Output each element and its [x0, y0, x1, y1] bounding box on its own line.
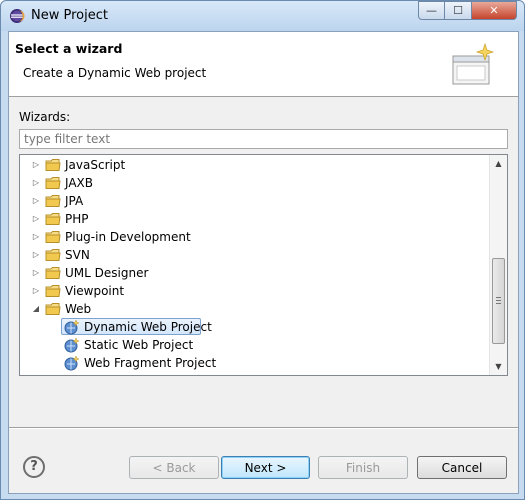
vertical-scrollbar[interactable]: ▲ ▼	[489, 155, 507, 375]
folder-icon	[45, 212, 61, 226]
tree-folder-row[interactable]: ▷ SVN	[20, 246, 490, 264]
wizards-label: Wizards:	[19, 110, 71, 124]
eclipse-icon	[10, 9, 25, 23]
tree-item-label: Viewpoint	[65, 284, 125, 298]
folder-icon	[45, 158, 61, 172]
web-project-icon	[64, 337, 80, 353]
expanded-arrow-icon[interactable]: ◢	[30, 300, 42, 318]
close-button[interactable]: ✕	[472, 1, 517, 20]
tree-item-label: UML Designer	[65, 266, 149, 280]
tree-folder-row[interactable]: ▷ PHP	[20, 210, 490, 228]
folder-icon	[45, 302, 61, 316]
tree-wizard-row[interactable]: Dynamic Web Project	[20, 318, 490, 336]
tree-wizard-row[interactable]: Static Web Project	[20, 336, 490, 354]
wizard-tree[interactable]: ▷ JavaScript ▷ JAXB ▷ JPA ▷ PHP ▷ Plug-in Develop…	[19, 154, 508, 376]
folder-icon	[45, 266, 61, 280]
banner-title: Select a wizard	[15, 41, 123, 56]
tree-item-label: JavaScript	[65, 158, 126, 172]
scroll-up-icon[interactable]: ▲	[490, 155, 507, 172]
title-bar[interactable]: New Project — ☐ ✕	[1, 1, 524, 31]
tree-folder-row[interactable]: ▷ Viewpoint	[20, 282, 490, 300]
collapsed-arrow-icon[interactable]: ▷	[30, 228, 42, 246]
minimize-button[interactable]: —	[418, 1, 445, 20]
cancel-button[interactable]: Cancel	[417, 456, 507, 479]
finish-button[interactable]: Finish	[318, 456, 408, 479]
tree-folder-row[interactable]: ▷ JAXB	[20, 174, 490, 192]
folder-icon	[45, 176, 61, 190]
tree-wizard-row[interactable]: Web Fragment Project	[20, 354, 490, 372]
dialog-client-area: Select a wizard Create a Dynamic Web pro…	[8, 31, 519, 494]
tree-item-label: Dynamic Web Project	[84, 320, 212, 334]
collapsed-arrow-icon[interactable]: ▷	[30, 246, 42, 264]
maximize-button[interactable]: ☐	[445, 1, 472, 20]
collapsed-arrow-icon[interactable]: ▷	[30, 264, 42, 282]
filter-input[interactable]	[19, 129, 508, 149]
tree-item-label: JAXB	[65, 176, 93, 190]
folder-icon	[45, 230, 61, 244]
collapsed-arrow-icon[interactable]: ▷	[30, 282, 42, 300]
tree-item-label: Plug-in Development	[65, 230, 191, 244]
wizard-banner: Select a wizard Create a Dynamic Web pro…	[9, 32, 518, 97]
tree-folder-row[interactable]: ▷ JavaScript	[20, 156, 490, 174]
banner-subtitle: Create a Dynamic Web project	[23, 66, 207, 80]
tree-item-label: Web Fragment Project	[84, 356, 217, 370]
tree-item-label: PHP	[65, 212, 89, 226]
new-project-window: New Project — ☐ ✕ Select a wizard Create…	[0, 0, 525, 500]
tree-folder-row[interactable]: ▷ UML Designer	[20, 264, 490, 282]
collapsed-arrow-icon[interactable]: ▷	[30, 156, 42, 174]
collapsed-arrow-icon[interactable]: ▷	[30, 174, 42, 192]
folder-icon	[45, 248, 61, 262]
help-icon[interactable]: ?	[23, 456, 45, 478]
tree-folder-row[interactable]: ◢ Web	[20, 300, 490, 318]
folder-icon	[45, 284, 61, 298]
tree-item-label: SVN	[65, 248, 90, 262]
tree-folder-row[interactable]: ▷ Plug-in Development	[20, 228, 490, 246]
tree-item-label: Web	[65, 302, 92, 316]
tree-item-label: Static Web Project	[84, 338, 194, 352]
tree-item-label: JPA	[65, 194, 84, 208]
tree-folder-row[interactable]: ▷ JPA	[20, 192, 490, 210]
web-project-icon	[64, 319, 80, 335]
collapsed-arrow-icon[interactable]: ▷	[30, 192, 42, 210]
next-button[interactable]: Next >	[221, 456, 310, 479]
web-project-icon	[64, 355, 80, 371]
footer-separator	[9, 427, 518, 429]
collapsed-arrow-icon[interactable]: ▷	[30, 210, 42, 228]
back-button[interactable]: < Back	[129, 456, 219, 479]
scroll-down-icon[interactable]: ▼	[490, 358, 507, 375]
scrollbar-thumb[interactable]	[492, 258, 505, 344]
folder-icon	[45, 194, 61, 208]
window-title: New Project	[31, 8, 108, 23]
new-wizard-icon	[452, 42, 495, 85]
